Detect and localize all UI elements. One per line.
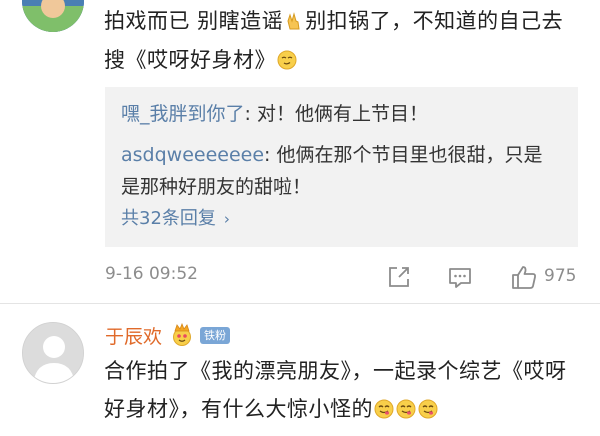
fan-badge: 铁粉: [200, 326, 231, 344]
crown-emoji: [170, 322, 194, 347]
share-icon[interactable]: [386, 264, 412, 290]
comment-timestamp: 9-16 09:52: [105, 264, 198, 284]
victory-hand-emoji: [284, 11, 304, 31]
comment-text: 拍戏而已 别瞎造谣 别扣锅了，不知道的自己去搜《哎呀好身材》: [104, 9, 564, 72]
yum-emoji: [396, 399, 416, 419]
reply-username[interactable]: asdqweeeeeee: [121, 144, 264, 166]
comment-divider: [0, 303, 600, 304]
yum-emoji: [418, 399, 438, 419]
chevron-right-icon: ›: [223, 210, 230, 228]
comment-text: 合作拍了《我的漂亮朋友》，一起录个综艺《哎呀好身材》，有什么大惊小怪的: [104, 359, 567, 421]
like-count: 975: [544, 266, 577, 286]
reply-text: 对！他俩有上节目！: [256, 103, 428, 125]
thumbs-up-icon[interactable]: [510, 264, 538, 290]
smirk-emoji: [277, 50, 297, 70]
comment-header: 于辰欢 铁粉: [105, 322, 231, 349]
more-replies-link[interactable]: 共32条回复 ›: [121, 204, 230, 230]
comment-username[interactable]: 于辰欢: [105, 322, 162, 349]
yum-emoji: [374, 399, 394, 419]
reply-thread: 嘿_我胖到你了: 对！他俩有上节目！ asdqweeeeeee: 他俩在那个节目…: [105, 87, 578, 247]
avatar[interactable]: [22, 0, 84, 32]
reply-item: 嘿_我胖到你了: 对！他俩有上节目！: [121, 103, 428, 125]
reply-item: asdqweeeeeee: 他俩在那个节目里也很甜，只是是那种好朋友的甜啦！: [121, 144, 543, 198]
reply-username[interactable]: 嘿_我胖到你了: [121, 103, 245, 125]
comment-icon[interactable]: [447, 264, 473, 290]
avatar[interactable]: [22, 322, 84, 384]
